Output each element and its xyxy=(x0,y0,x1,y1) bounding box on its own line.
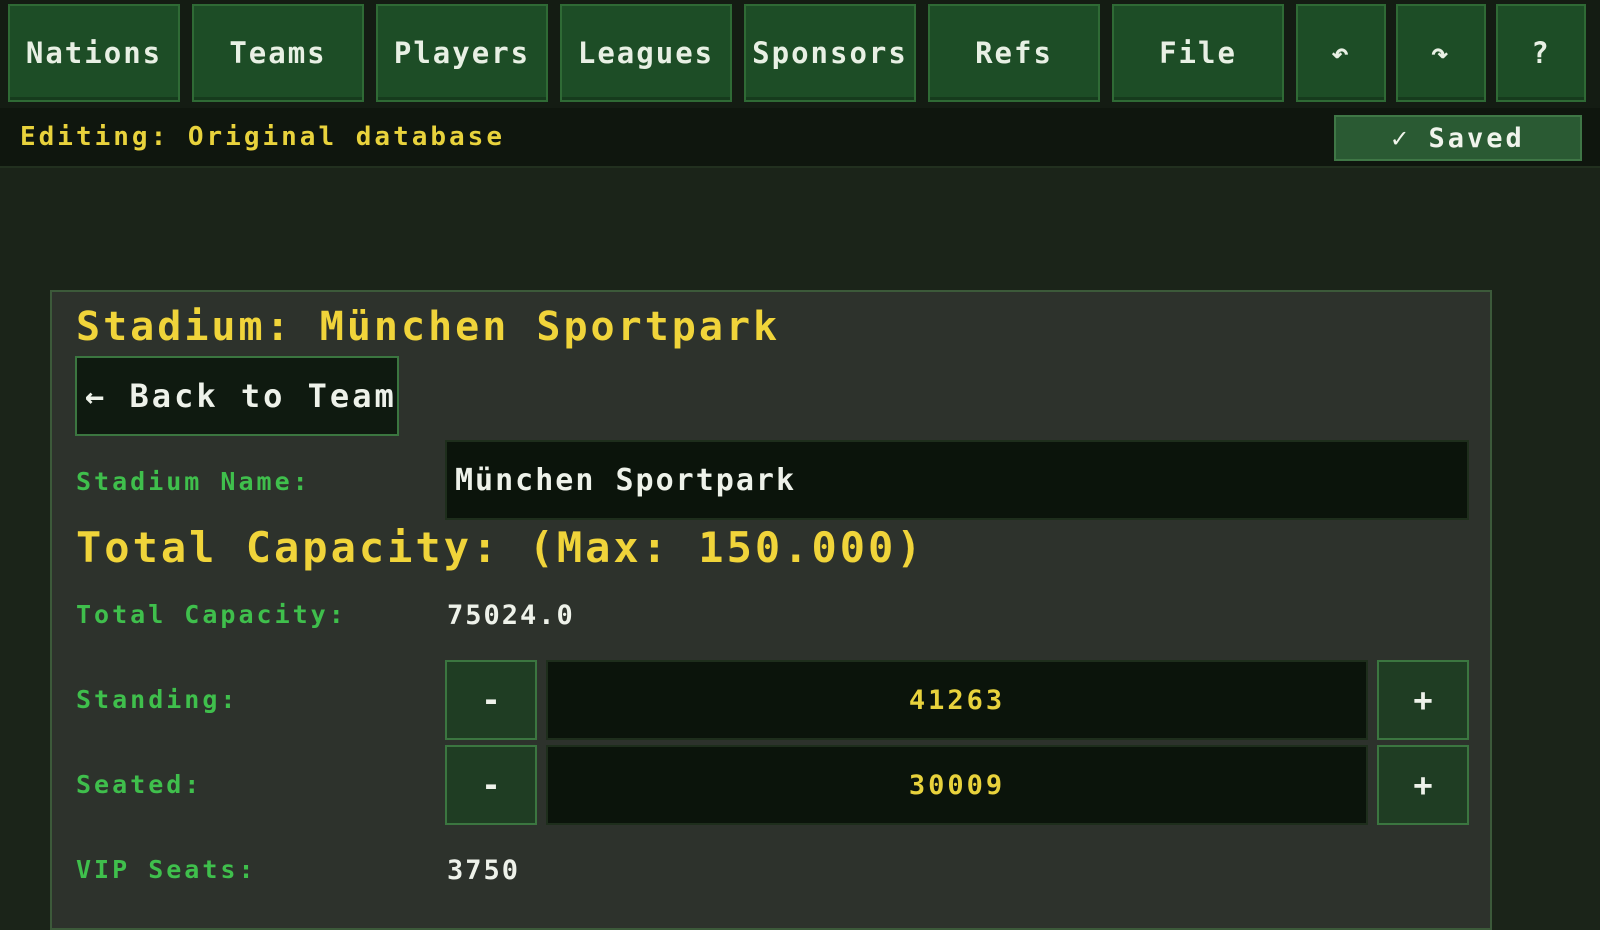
nav-nations-button[interactable]: Nations xyxy=(8,4,180,102)
top-navigation-bar: Nations Teams Players Leagues Sponsors R… xyxy=(0,0,1600,108)
redo-icon: ↷ xyxy=(1431,36,1451,70)
nav-teams-button[interactable]: Teams xyxy=(192,4,364,102)
stadium-name-label: Stadium Name: xyxy=(76,467,311,496)
nav-players-button[interactable]: Players xyxy=(376,4,548,102)
vip-seats-label: VIP Seats: xyxy=(76,855,257,884)
standing-label: Standing: xyxy=(76,685,239,714)
standing-value[interactable]: 41263 xyxy=(546,660,1368,740)
saved-status-badge: ✓ Saved xyxy=(1334,115,1582,161)
seated-decrement-button[interactable]: - xyxy=(445,745,537,825)
checkmark-icon: ✓ xyxy=(1391,122,1411,154)
redo-button[interactable]: ↷ xyxy=(1396,4,1486,102)
total-capacity-value: 75024.0 xyxy=(447,600,575,631)
status-bar: Editing: Original database ✓ Saved xyxy=(0,108,1600,168)
standing-decrement-button[interactable]: - xyxy=(445,660,537,740)
seated-label: Seated: xyxy=(76,770,203,799)
help-button[interactable]: ? xyxy=(1496,4,1586,102)
nav-sponsors-button[interactable]: Sponsors xyxy=(744,4,916,102)
stadium-name-input[interactable] xyxy=(445,440,1469,520)
seated-increment-button[interactable]: + xyxy=(1377,745,1469,825)
capacity-heading: Total Capacity: (Max: 150.000) xyxy=(76,523,925,572)
help-icon: ? xyxy=(1531,36,1551,70)
undo-button[interactable]: ↶ xyxy=(1296,4,1386,102)
nav-refs-button[interactable]: Refs xyxy=(928,4,1100,102)
undo-icon: ↶ xyxy=(1331,36,1351,70)
vip-seats-value: 3750 xyxy=(447,855,521,886)
back-to-team-button[interactable]: ← Back to Team xyxy=(75,356,399,436)
editing-status-text: Editing: Original database xyxy=(20,122,505,152)
saved-label: Saved xyxy=(1428,122,1525,154)
total-capacity-label: Total Capacity: xyxy=(76,600,347,629)
nav-file-button[interactable]: File xyxy=(1112,4,1284,102)
nav-leagues-button[interactable]: Leagues xyxy=(560,4,732,102)
stadium-title: Stadium: München Sportpark xyxy=(76,304,781,350)
standing-increment-button[interactable]: + xyxy=(1377,660,1469,740)
seated-value[interactable]: 30009 xyxy=(546,745,1368,825)
